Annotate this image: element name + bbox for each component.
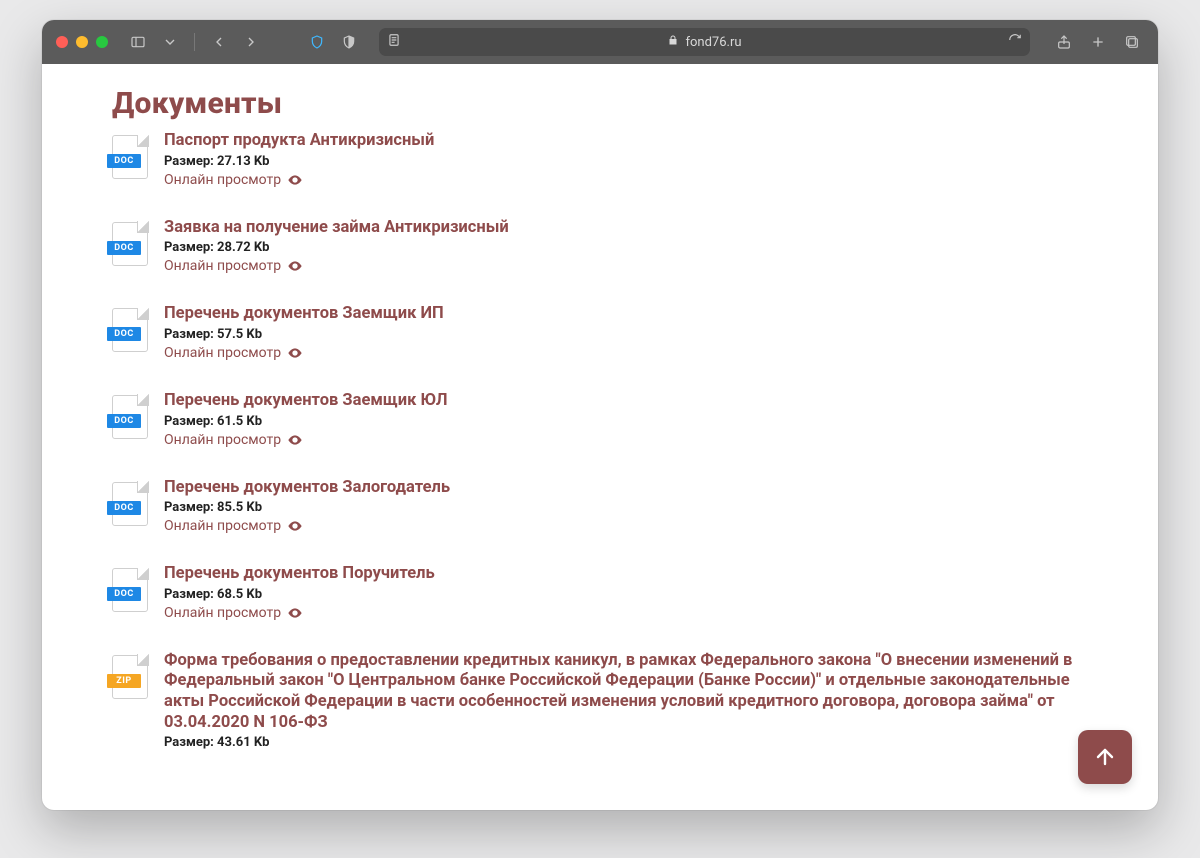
document-size: Размер: 85.5 Kb <box>164 500 450 515</box>
eye-icon <box>287 172 303 188</box>
document-size: Размер: 27.13 Kb <box>164 154 434 169</box>
document-size: Размер: 28.72 Kb <box>164 240 509 255</box>
document-preview-link[interactable]: Онлайн просмотр <box>164 432 448 448</box>
document-preview-link[interactable]: Онлайн просмотр <box>164 605 435 621</box>
document-row: DOC Перечень документов Заемщик ЮЛ Размер:… <box>112 391 1088 448</box>
document-size: Размер: 61.5 Kb <box>164 414 448 429</box>
eye-icon <box>287 432 303 448</box>
document-meta: Заявка на получение займа АнтикризисныйР… <box>164 218 509 275</box>
document-preview-label: Онлайн просмотр <box>164 605 281 621</box>
eye-icon <box>287 605 303 621</box>
document-title-link[interactable]: Перечень документов Поручитель <box>164 564 435 585</box>
share-button[interactable] <box>1052 30 1076 54</box>
page-content: Документы DOC Паспорт продукта Антикризис… <box>42 64 1158 810</box>
doc-file-icon: DOC <box>112 135 148 179</box>
doc-file-icon: DOC <box>112 568 148 612</box>
document-preview-label: Онлайн просмотр <box>164 345 281 361</box>
document-row: DOC Паспорт продукта Антикризисный Размер:… <box>112 131 1088 188</box>
eye-icon <box>287 518 303 534</box>
document-meta: Паспорт продукта Антикризисный Размер: 27… <box>164 131 434 188</box>
eye-icon <box>287 345 303 361</box>
document-row: DOC Заявка на получение займа Антикризисн… <box>112 218 1088 275</box>
document-row: DOC Перечень документов ЗалогодательРазме… <box>112 478 1088 535</box>
document-title-link[interactable]: Перечень документов Залогодатель <box>164 478 450 499</box>
address-bar-host: fond76.ru <box>685 35 741 50</box>
doc-file-icon: DOC <box>112 395 148 439</box>
document-row: DOC Перечень документов Заемщик ИП Размер:… <box>112 304 1088 361</box>
document-size: Размер: 43.61 Kb <box>164 735 1088 750</box>
document-preview-link[interactable]: Онлайн просмотр <box>164 518 450 534</box>
minimize-window-button[interactable] <box>76 36 88 48</box>
scroll-to-top-button[interactable] <box>1078 730 1132 784</box>
forward-button[interactable] <box>239 30 263 54</box>
document-title-link[interactable]: Перечень документов Заемщик ИП <box>164 304 444 325</box>
document-meta: Перечень документов Заемщик ЮЛ Размер: 61… <box>164 391 448 448</box>
back-button[interactable] <box>207 30 231 54</box>
zoom-window-button[interactable] <box>96 36 108 48</box>
document-meta: Перечень документов Поручитель Размер: 68… <box>164 564 435 621</box>
document-size: Размер: 68.5 Kb <box>164 587 435 602</box>
doc-file-icon: DOC <box>112 482 148 526</box>
doc-file-icon: DOC <box>112 222 148 266</box>
doc-file-icon: DOC <box>112 308 148 352</box>
sidebar-toggle-button[interactable] <box>126 30 150 54</box>
document-preview-label: Онлайн просмотр <box>164 172 281 188</box>
toolbar-separator <box>194 33 195 51</box>
document-row: DOC Перечень документов Поручитель Размер:… <box>112 564 1088 621</box>
new-tab-button[interactable] <box>1086 30 1110 54</box>
tab-group-dropdown[interactable] <box>158 30 182 54</box>
close-window-button[interactable] <box>56 36 68 48</box>
document-title-link[interactable]: Паспорт продукта Антикризисный <box>164 131 434 152</box>
document-preview-label: Онлайн просмотр <box>164 432 281 448</box>
document-meta: Перечень документов ЗалогодательРазмер: … <box>164 478 450 535</box>
document-size: Размер: 57.5 Kb <box>164 327 444 342</box>
lock-icon <box>667 34 679 50</box>
document-preview-link[interactable]: Онлайн просмотр <box>164 345 444 361</box>
document-title-link[interactable]: Форма требования о предоставлении кредит… <box>164 651 1088 734</box>
document-preview-label: Онлайн просмотр <box>164 518 281 534</box>
tab-overview-button[interactable] <box>1120 30 1144 54</box>
reader-mode-icon[interactable] <box>387 33 401 51</box>
browser-window: fond76.ru <box>42 20 1158 810</box>
privacy-shield-icon[interactable] <box>305 30 329 54</box>
document-list: DOC Паспорт продукта Антикризисный Размер:… <box>112 131 1088 750</box>
page-title: Документы <box>112 86 1088 121</box>
document-title-link[interactable]: Заявка на получение займа Антикризисный <box>164 218 509 239</box>
eye-icon <box>287 258 303 274</box>
document-meta: Перечень документов Заемщик ИП Размер: 57… <box>164 304 444 361</box>
browser-toolbar: fond76.ru <box>42 20 1158 64</box>
document-meta: Форма требования о предоставлении кредит… <box>164 651 1088 751</box>
document-preview-link[interactable]: Онлайн просмотр <box>164 172 434 188</box>
address-bar[interactable]: fond76.ru <box>379 28 1030 56</box>
window-controls <box>56 36 108 48</box>
document-preview-label: Онлайн просмотр <box>164 258 281 274</box>
document-preview-link[interactable]: Онлайн просмотр <box>164 258 509 274</box>
document-row: ZIP Форма требования о предоставлении кре… <box>112 651 1088 751</box>
privacy-shield-half-icon[interactable] <box>337 30 361 54</box>
reload-button[interactable] <box>1008 33 1022 51</box>
document-title-link[interactable]: Перечень документов Заемщик ЮЛ <box>164 391 448 412</box>
zip-file-icon: ZIP <box>112 655 148 699</box>
